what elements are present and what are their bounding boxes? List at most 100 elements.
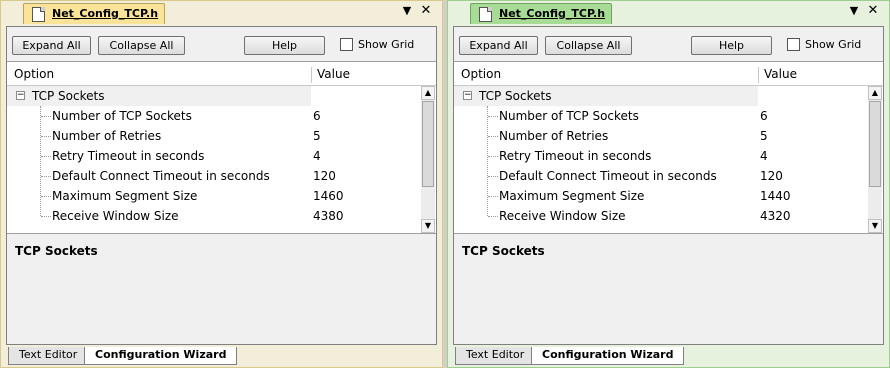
- file-tab[interactable]: Net_Config_TCP.h: [470, 3, 613, 24]
- tree-branch: [41, 136, 51, 137]
- tree-branch: [488, 136, 498, 137]
- view-tabs: Text Editor Configuration Wizard: [6, 347, 437, 365]
- show-grid-label[interactable]: Show Grid: [805, 38, 861, 51]
- file-tab[interactable]: Net_Config_TCP.h: [23, 3, 166, 24]
- option-label: Receive Window Size: [52, 209, 179, 223]
- collapse-toggle-icon[interactable]: −: [16, 91, 25, 100]
- tree-group-row[interactable]: − TCP Sockets: [454, 86, 866, 106]
- scroll-up-icon[interactable]: ▲: [868, 86, 882, 100]
- option-label: Default Connect Timeout in seconds: [499, 169, 717, 183]
- option-label: Number of TCP Sockets: [499, 109, 639, 123]
- column-divider[interactable]: [758, 67, 759, 83]
- tab-dropdown-icon[interactable]: ▼: [400, 4, 414, 18]
- option-value[interactable]: 4: [760, 149, 768, 163]
- option-label: Maximum Segment Size: [499, 189, 645, 203]
- value-column-header[interactable]: Value: [764, 67, 797, 81]
- option-value[interactable]: 5: [313, 129, 321, 143]
- scroll-thumb[interactable]: [869, 101, 881, 187]
- expand-all-button[interactable]: Expand All: [12, 36, 91, 55]
- close-icon[interactable]: ✕: [866, 4, 880, 18]
- tree-branch: [41, 176, 51, 177]
- table-row[interactable]: Number of Retries 5: [7, 126, 419, 146]
- option-column-header[interactable]: Option: [14, 67, 54, 81]
- vertical-scrollbar[interactable]: ▲ ▼: [421, 86, 435, 233]
- table-row[interactable]: Maximum Segment Size 1440: [454, 186, 866, 206]
- options-grid: Option Value − TCP Sockets Number of TCP…: [7, 61, 436, 234]
- grid-header: Option Value: [454, 62, 883, 86]
- show-grid-checkbox[interactable]: [787, 38, 800, 51]
- collapse-all-button[interactable]: Collapse All: [98, 36, 185, 55]
- table-row[interactable]: Number of TCP Sockets 6: [454, 106, 866, 126]
- editor-panel-right: Net_Config_TCP.h ▼ ✕ Expand All Collapse…: [447, 0, 890, 368]
- option-value[interactable]: 4: [313, 149, 321, 163]
- option-label: Retry Timeout in seconds: [52, 149, 205, 163]
- table-row[interactable]: Maximum Segment Size 1460: [7, 186, 419, 206]
- file-tabstrip: Net_Config_TCP.h ▼ ✕: [1, 1, 442, 25]
- tab-configuration-wizard[interactable]: Configuration Wizard: [84, 347, 238, 365]
- table-row[interactable]: Retry Timeout in seconds 4: [7, 146, 419, 166]
- option-label: Maximum Segment Size: [52, 189, 198, 203]
- show-grid-label[interactable]: Show Grid: [358, 38, 414, 51]
- tree-branch: [488, 156, 498, 157]
- tree-branch: [41, 216, 51, 217]
- option-value[interactable]: 1460: [313, 189, 344, 203]
- table-row[interactable]: Default Connect Timeout in seconds 120: [454, 166, 866, 186]
- tree-branch: [488, 216, 498, 217]
- vertical-scrollbar[interactable]: ▲ ▼: [868, 86, 882, 233]
- show-grid-checkbox[interactable]: [340, 38, 353, 51]
- expand-all-button[interactable]: Expand All: [459, 36, 538, 55]
- option-label: Receive Window Size: [499, 209, 626, 223]
- options-grid: Option Value − TCP Sockets Number of TCP…: [454, 61, 883, 234]
- option-value[interactable]: 4380: [313, 209, 344, 223]
- tab-configuration-wizard[interactable]: Configuration Wizard: [531, 347, 685, 365]
- table-row[interactable]: Default Connect Timeout in seconds 120: [7, 166, 419, 186]
- option-value[interactable]: 5: [760, 129, 768, 143]
- help-button[interactable]: Help: [244, 36, 325, 55]
- option-value[interactable]: 6: [760, 109, 768, 123]
- collapse-all-button[interactable]: Collapse All: [545, 36, 632, 55]
- config-wizard: Expand All Collapse All Help Show Grid O…: [453, 26, 884, 345]
- tree-branch: [488, 176, 498, 177]
- tree-branch: [41, 196, 51, 197]
- option-column-header[interactable]: Option: [461, 67, 501, 81]
- column-divider[interactable]: [311, 67, 312, 83]
- option-value[interactable]: 6: [313, 109, 321, 123]
- scroll-down-icon[interactable]: ▼: [421, 219, 435, 233]
- option-label: Number of Retries: [499, 129, 609, 143]
- table-row[interactable]: Number of Retries 5: [454, 126, 866, 146]
- option-value[interactable]: 1440: [760, 189, 791, 203]
- table-row[interactable]: Number of TCP Sockets 6: [7, 106, 419, 126]
- scroll-up-icon[interactable]: ▲: [421, 86, 435, 100]
- document-icon: [32, 7, 45, 22]
- table-row[interactable]: Retry Timeout in seconds 4: [454, 146, 866, 166]
- option-label: Retry Timeout in seconds: [499, 149, 652, 163]
- description-title: TCP Sockets: [15, 244, 98, 258]
- scroll-down-icon[interactable]: ▼: [868, 219, 882, 233]
- document-icon: [479, 7, 492, 22]
- tree-branch: [488, 116, 498, 117]
- table-row[interactable]: Receive Window Size 4320: [454, 206, 866, 226]
- scroll-thumb[interactable]: [422, 101, 434, 187]
- tree-branch: [488, 196, 498, 197]
- tree-branch: [41, 156, 51, 157]
- tab-text-editor[interactable]: Text Editor: [455, 347, 536, 365]
- file-tab-label: Net_Config_TCP.h: [52, 7, 159, 20]
- help-button[interactable]: Help: [691, 36, 772, 55]
- option-label: Number of Retries: [52, 129, 162, 143]
- table-row[interactable]: Receive Window Size 4380: [7, 206, 419, 226]
- tab-text-editor[interactable]: Text Editor: [8, 347, 89, 365]
- view-tabs: Text Editor Configuration Wizard: [453, 347, 884, 365]
- grid-header: Option Value: [7, 62, 436, 86]
- collapse-toggle-icon[interactable]: −: [463, 91, 472, 100]
- description-title: TCP Sockets: [462, 244, 545, 258]
- value-column-header[interactable]: Value: [317, 67, 350, 81]
- close-icon[interactable]: ✕: [419, 4, 433, 18]
- group-value-cell: [311, 86, 419, 106]
- option-value[interactable]: 120: [313, 169, 336, 183]
- tab-dropdown-icon[interactable]: ▼: [847, 4, 861, 18]
- option-value[interactable]: 4320: [760, 209, 791, 223]
- config-wizard: Expand All Collapse All Help Show Grid O…: [6, 26, 437, 345]
- option-value[interactable]: 120: [760, 169, 783, 183]
- tree-group-row[interactable]: − TCP Sockets: [7, 86, 419, 106]
- editor-panel-left: Net_Config_TCP.h ▼ ✕ Expand All Collapse…: [0, 0, 443, 368]
